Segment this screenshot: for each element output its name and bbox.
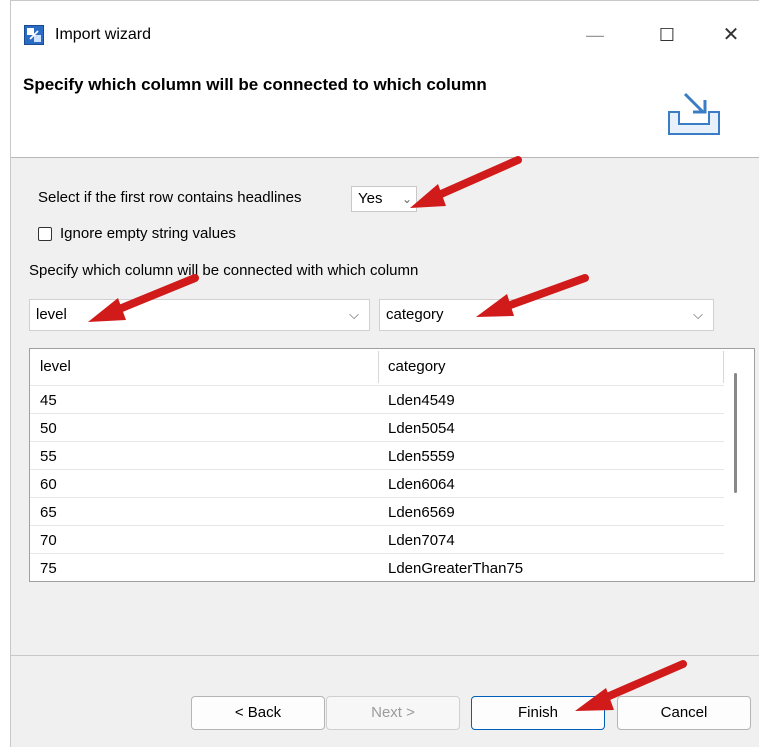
- table-row[interactable]: 50 Lden5054: [30, 413, 724, 441]
- table-cell: Lden6064: [388, 476, 455, 493]
- page-title: Specify which column will be connected t…: [23, 75, 487, 94]
- minimize-button[interactable]: —: [577, 19, 613, 51]
- import-wizard-icon: [24, 25, 44, 45]
- ignore-empty-checkbox[interactable]: [38, 227, 52, 241]
- table-row[interactable]: 55 Lden5559: [30, 441, 724, 469]
- close-button[interactable]: ✕: [713, 19, 749, 51]
- table-row[interactable]: 65 Lden6569: [30, 497, 724, 525]
- import-tray-icon: [668, 92, 720, 135]
- wizard-content: Select if the first row contains headlin…: [11, 158, 759, 747]
- title-bar[interactable]: Import wizard — ☐ ✕: [11, 1, 759, 65]
- table-cell: 50: [40, 420, 57, 437]
- footer-divider: [11, 655, 759, 656]
- finish-button[interactable]: Finish: [471, 696, 605, 730]
- table-cell: Lden5054: [388, 420, 455, 437]
- table-cell: 70: [40, 532, 57, 549]
- wizard-header: Specify which column will be connected t…: [11, 65, 759, 158]
- column-header-level[interactable]: level: [40, 349, 71, 385]
- preview-table[interactable]: level category 45 Lden4549 50 Lden5054 5…: [29, 348, 755, 582]
- cancel-button[interactable]: Cancel: [617, 696, 751, 730]
- ignore-empty-label: Ignore empty string values: [60, 225, 236, 242]
- table-cell: 55: [40, 448, 57, 465]
- table-cell: Lden6569: [388, 504, 455, 521]
- column-header-category[interactable]: category: [388, 349, 446, 385]
- table-cell: Lden5559: [388, 448, 455, 465]
- column-divider[interactable]: [723, 351, 724, 383]
- table-cell: 65: [40, 504, 57, 521]
- headlines-label: Select if the first row contains headlin…: [38, 189, 302, 206]
- chevron-down-icon: ⌵: [349, 307, 359, 322]
- table-row[interactable]: 70 Lden7074: [30, 525, 724, 553]
- source-column-value: level: [36, 306, 67, 323]
- table-row[interactable]: 45 Lden4549: [30, 385, 724, 413]
- table-cell: LdenGreaterThan75: [388, 560, 524, 577]
- vertical-scrollbar[interactable]: [734, 373, 737, 493]
- table-cell: 75: [40, 560, 57, 577]
- source-column-select[interactable]: level ⌵: [29, 299, 370, 331]
- mapping-label: Specify which column will be connected w…: [29, 262, 419, 279]
- table-cell: 60: [40, 476, 57, 493]
- import-wizard-window: Import wizard — ☐ ✕ Specify which column…: [10, 0, 759, 747]
- next-button[interactable]: Next >: [326, 696, 460, 730]
- window-title: Import wizard: [55, 26, 152, 43]
- headlines-select-value: Yes: [358, 190, 383, 207]
- table-row[interactable]: 75 LdenGreaterThan75: [30, 553, 724, 581]
- table-cell: 45: [40, 392, 57, 409]
- headlines-select[interactable]: Yes ⌄: [351, 186, 417, 212]
- chevron-down-icon: ⌄: [401, 192, 412, 206]
- table-cell: Lden7074: [388, 532, 455, 549]
- maximize-button[interactable]: ☐: [649, 19, 685, 51]
- target-column-value: category: [386, 306, 444, 323]
- column-divider[interactable]: [378, 351, 379, 383]
- table-row[interactable]: 60 Lden6064: [30, 469, 724, 497]
- target-column-select[interactable]: category ⌵: [379, 299, 714, 331]
- back-button[interactable]: < Back: [191, 696, 325, 730]
- chevron-down-icon: ⌵: [693, 307, 703, 322]
- table-cell: Lden4549: [388, 392, 455, 409]
